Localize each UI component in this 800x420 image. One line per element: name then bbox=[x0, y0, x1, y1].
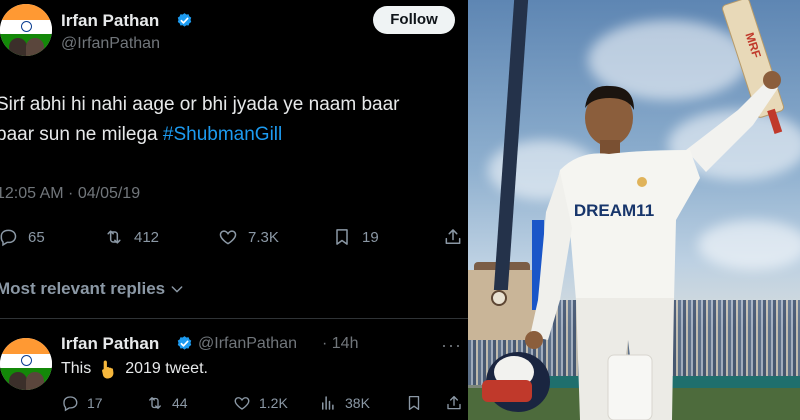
chevron-down-icon bbox=[171, 286, 183, 293]
reply-button[interactable]: 65 bbox=[0, 227, 45, 247]
reply-like-button[interactable]: 1.2K bbox=[233, 394, 288, 412]
jersey-sponsor: DREAM11 bbox=[574, 201, 654, 220]
bookmark-button[interactable]: 19 bbox=[332, 227, 379, 247]
share-icon bbox=[445, 229, 461, 244]
reply-text-start: This bbox=[61, 360, 92, 377]
heart-icon bbox=[219, 230, 237, 245]
reply-icon bbox=[63, 396, 78, 412]
retweet-icon bbox=[149, 397, 161, 409]
views-chart-icon bbox=[322, 396, 334, 410]
verified-badge-icon bbox=[177, 13, 192, 27]
hashtag-link[interactable]: #ShubmanGill bbox=[163, 124, 282, 145]
tweet-text-line: Sirf abhi hi nahi aage or bhi jyada ye n… bbox=[0, 94, 400, 115]
like-button[interactable]: 7.3K bbox=[218, 227, 279, 247]
reply-retweet-button[interactable]: 44 bbox=[146, 394, 188, 412]
heart-icon bbox=[234, 397, 250, 410]
player-figure: MRF DREAM11 bbox=[482, 0, 785, 420]
reply-reply-button[interactable]: 17 bbox=[61, 394, 103, 412]
reply-share-button[interactable] bbox=[445, 394, 468, 412]
reply-time[interactable]: · 14h bbox=[322, 335, 358, 353]
reply-reply-count: 17 bbox=[87, 395, 103, 411]
bookmark-count: 19 bbox=[362, 228, 379, 246]
reply-count: 65 bbox=[28, 228, 45, 246]
reply-author-name[interactable]: Irfan Pathan bbox=[61, 334, 159, 354]
retweet-icon bbox=[107, 230, 121, 244]
reply-avatar[interactable] bbox=[0, 338, 52, 390]
retweet-button[interactable]: 412 bbox=[104, 227, 159, 247]
reply-bookmark-button[interactable] bbox=[405, 394, 431, 412]
reply-author-handle[interactable]: @IrfanPathan bbox=[198, 335, 297, 353]
reply-retweet-count: 44 bbox=[172, 395, 188, 411]
share-button[interactable] bbox=[443, 227, 468, 247]
reply-like-count: 1.2K bbox=[259, 395, 288, 411]
bookmark-icon bbox=[408, 395, 420, 411]
tweet-text-line: baar sun ne milega #ShubmanGill bbox=[0, 122, 282, 147]
bookmark-icon bbox=[336, 229, 348, 245]
divider bbox=[0, 318, 468, 319]
pointing-up-emoji-icon bbox=[102, 360, 114, 379]
tweet-panel: Irfan Pathan @IrfanPathan Follow Sirf ab… bbox=[0, 0, 468, 420]
share-icon bbox=[447, 395, 461, 410]
retweet-count: 412 bbox=[134, 228, 160, 246]
avatar[interactable] bbox=[0, 4, 52, 56]
reply-icon bbox=[0, 229, 17, 247]
tweet-timestamp[interactable]: 12:05 AM · 04/05/19 bbox=[0, 185, 140, 203]
like-count: 7.3K bbox=[248, 228, 279, 246]
author-handle[interactable]: @IrfanPathan bbox=[61, 35, 160, 53]
reply-text-end: 2019 tweet. bbox=[125, 360, 208, 377]
reply-sort-dropdown[interactable]: Most relevant replies bbox=[0, 279, 185, 299]
author-name[interactable]: Irfan Pathan bbox=[61, 11, 159, 31]
verified-badge-icon bbox=[177, 336, 192, 350]
follow-button[interactable]: Follow bbox=[373, 6, 455, 34]
reply-sort-label: Most relevant replies bbox=[0, 279, 166, 298]
more-options-icon[interactable]: ··· bbox=[441, 335, 462, 356]
reply-views-button[interactable]: 38K bbox=[319, 394, 370, 412]
reply-views-count: 38K bbox=[345, 395, 370, 411]
reply-text: This 2019 tweet. bbox=[61, 359, 208, 379]
tweet-text: baar sun ne milega bbox=[0, 124, 163, 145]
cricketer-photo: MRF DREAM11 bbox=[468, 0, 800, 420]
